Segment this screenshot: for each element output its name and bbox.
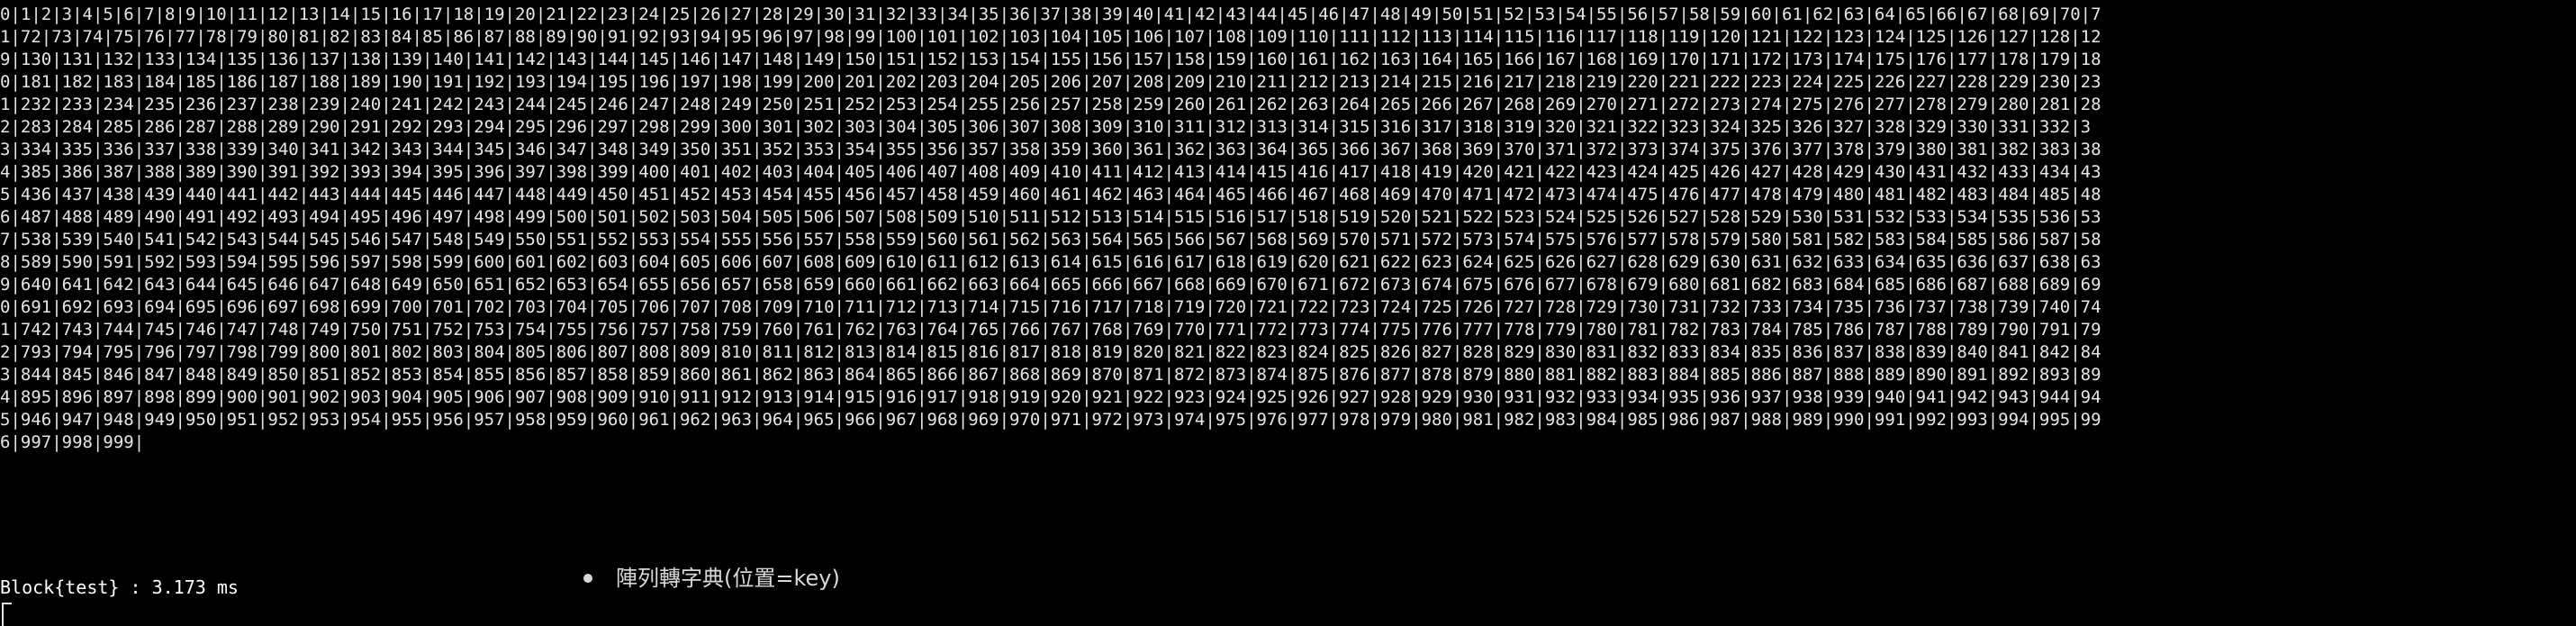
output-line: 3|334|335|336|337|338|339|340|341|342|34… — [0, 140, 2101, 159]
output-line: 4|895|896|897|898|899|900|901|902|903|90… — [0, 387, 2101, 407]
output-line: 2|283|284|285|286|287|288|289|290|291|29… — [0, 117, 2092, 137]
overlay-bullet-item: 陣列轉字典(位置=key) — [583, 564, 840, 593]
timing-output: Block{test} : 3.173 ms — [0, 576, 239, 598]
output-line: 1|232|233|234|235|236|237|238|239|240|24… — [0, 95, 2101, 114]
overlay-bullet-text: 陣列轉字典(位置=key) — [616, 566, 840, 591]
output-line: 9|640|641|642|643|644|645|646|647|648|64… — [0, 275, 2101, 295]
output-line: 5|946|947|948|949|950|951|952|953|954|95… — [0, 410, 2101, 430]
output-line: 7|538|539|540|541|542|543|544|545|546|54… — [0, 230, 2101, 249]
output-line: 0|691|692|693|694|695|696|697|698|699|70… — [0, 297, 2101, 317]
output-line: 6|997|998|999| — [0, 432, 145, 452]
output-line: 1|72|73|74|75|76|77|78|79|80|81|82|83|84… — [0, 27, 2101, 47]
output-line: 4|385|386|387|388|389|390|391|392|393|39… — [0, 162, 2101, 182]
output-line: 6|487|488|489|490|491|492|493|494|495|49… — [0, 207, 2101, 227]
output-line: 5|436|437|438|439|440|441|442|443|444|44… — [0, 185, 2101, 204]
output-line: 2|793|794|795|796|797|798|799|800|801|80… — [0, 342, 2101, 362]
terminal-cursor — [2, 603, 12, 626]
output-line: 9|130|131|132|133|134|135|136|137|138|13… — [0, 50, 2101, 69]
output-line: 3|844|845|846|847|848|849|850|851|852|85… — [0, 365, 2101, 385]
output-line: 8|589|590|591|592|593|594|595|596|597|59… — [0, 252, 2101, 272]
output-line: 0|181|182|183|184|185|186|187|188|189|19… — [0, 72, 2101, 92]
terminal-window[interactable]: 0|1|2|3|4|5|6|7|8|9|10|11|12|13|14|15|16… — [0, 0, 2576, 626]
bullet-dot-icon — [583, 574, 592, 583]
terminal-output: 0|1|2|3|4|5|6|7|8|9|10|11|12|13|14|15|16… — [0, 4, 2101, 454]
output-line: 0|1|2|3|4|5|6|7|8|9|10|11|12|13|14|15|16… — [0, 5, 2101, 24]
output-line: 1|742|743|744|745|746|747|748|749|750|75… — [0, 320, 2101, 340]
